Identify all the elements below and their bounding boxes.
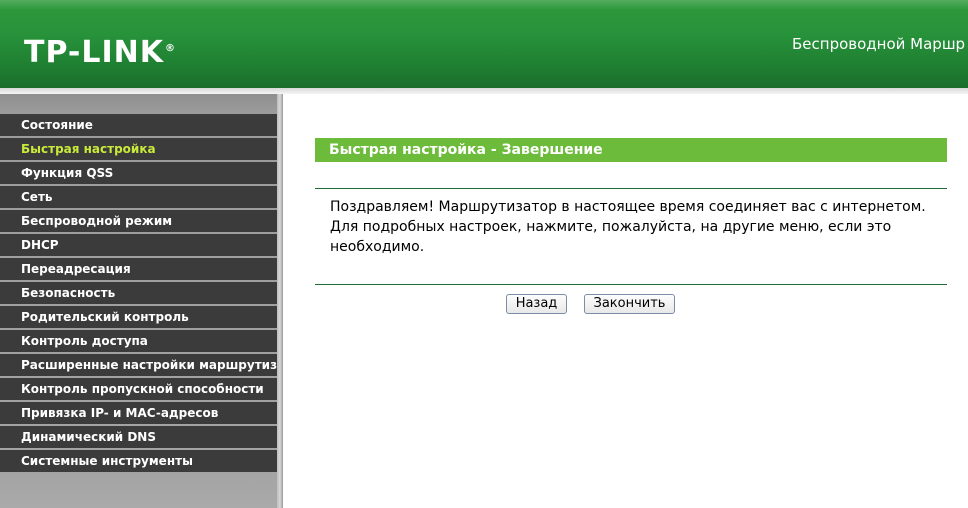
sidebar-item-5[interactable]: DHCP: [0, 234, 277, 256]
tplink-logo: TP-LINK®: [24, 31, 176, 71]
logo-text: TP-LINK: [24, 35, 165, 70]
bottom-divider: [315, 284, 947, 285]
sidebar-item-1[interactable]: Быстрая настройка: [0, 138, 277, 160]
sidebar-item-2[interactable]: Функция QSS: [0, 162, 277, 184]
sidebar-item-6[interactable]: Переадресация: [0, 258, 277, 280]
completion-message: Поздравляем! Маршрутизатор в настоящее в…: [330, 199, 926, 255]
sidebar: Состояние Быстрая настройка Функция QSS Сет…: [0, 94, 283, 508]
logo-registered-mark: ®: [165, 43, 177, 54]
sidebar-background: Состояние Быстрая настройка Функция QSS Сет…: [0, 94, 277, 508]
sidebar-item-14[interactable]: Системные инструменты: [0, 450, 277, 472]
sidebar-item-9[interactable]: Контроль доступа: [0, 330, 277, 352]
sidebar-item-7[interactable]: Безопасность: [0, 282, 277, 304]
sidebar-item-13[interactable]: Динамический DNS: [0, 426, 277, 448]
section-title: Быстрая настройка - Завершение: [315, 138, 947, 162]
back-button[interactable]: Назад: [506, 294, 567, 314]
sidebar-item-10[interactable]: Расширенные настройки маршрутизации: [0, 354, 277, 376]
sidebar-item-3[interactable]: Сеть: [0, 186, 277, 208]
sidebar-menu: Состояние Быстрая настройка Функция QSS Сет…: [0, 114, 277, 474]
top-divider: [315, 188, 947, 189]
main-content: Быстрая настройка - Завершение Поздравля…: [283, 94, 968, 508]
header-banner: TP-LINK® Беспроводной Маршр: [0, 0, 968, 88]
finish-button[interactable]: Закончить: [584, 294, 675, 314]
header-shine: [0, 0, 968, 10]
sidebar-item-8[interactable]: Родительский контроль: [0, 306, 277, 328]
sidebar-item-4[interactable]: Беспроводной режим: [0, 210, 277, 232]
router-admin-page: TP-LINK® Беспроводной Маршр Состояние Быс…: [0, 0, 968, 508]
sidebar-item-0[interactable]: Состояние: [0, 114, 277, 136]
sidebar-item-11[interactable]: Контроль пропускной способности: [0, 378, 277, 400]
sidebar-item-12[interactable]: Привязка IP- и MAC-адресов: [0, 402, 277, 424]
product-title: Беспроводной Маршр: [792, 35, 966, 53]
